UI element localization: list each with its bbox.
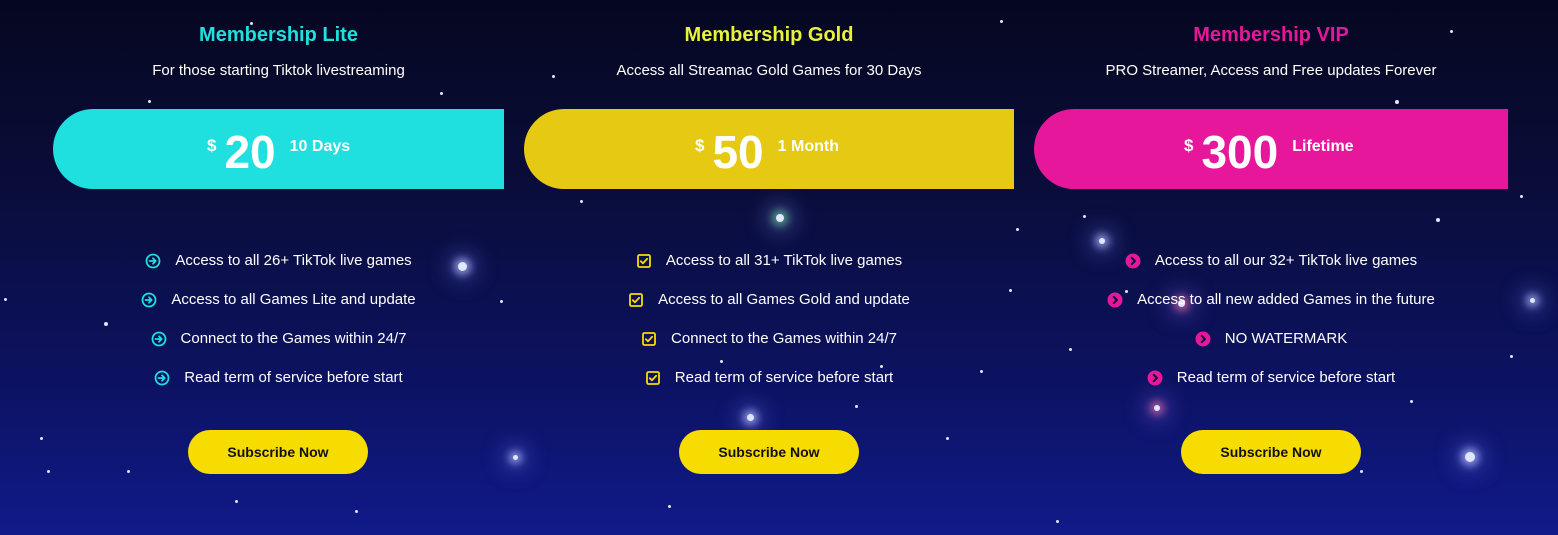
price-bar: $ 300 Lifetime xyxy=(1034,109,1508,189)
price-currency: $ xyxy=(207,136,217,155)
arrow-circle-right-icon xyxy=(151,331,166,346)
plan-card-gold: Membership Gold Access all Streamac Gold… xyxy=(524,0,1014,535)
feature-text: Connect to the Games within 24/7 xyxy=(180,330,407,347)
subscribe-button-lite[interactable]: Subscribe Now xyxy=(188,430,368,474)
feature-item: Read term of service before start xyxy=(53,358,504,397)
chevron-circle-right-icon xyxy=(1125,253,1141,268)
feature-list: Access to all 26+ TikTok live games Acce… xyxy=(53,241,504,397)
price-amount: 50 xyxy=(712,126,764,178)
feature-text: Connect to the Games within 24/7 xyxy=(671,330,897,347)
price-currency: $ xyxy=(695,136,705,155)
plan-subtitle: PRO Streamer, Access and Free updates Fo… xyxy=(1105,62,1437,79)
feature-text: Read term of service before start xyxy=(674,369,894,386)
feature-text: Access to all new added Games in the fut… xyxy=(1137,291,1435,308)
feature-list: Access to all our 32+ TikTok live games … xyxy=(1034,241,1508,397)
feature-list: Access to all 31+ TikTok live games Acce… xyxy=(524,241,1014,397)
feature-item: Connect to the Games within 24/7 xyxy=(524,319,1014,358)
chevron-circle-right-icon xyxy=(1147,370,1163,385)
price-display: $ 20 10 Days xyxy=(207,109,350,189)
feature-text: Access to all 31+ TikTok live games xyxy=(665,252,903,269)
feature-item: Access to all 31+ TikTok live games xyxy=(524,241,1014,280)
price-period: Lifetime xyxy=(1292,138,1354,155)
plan-card-vip: Membership VIP PRO Streamer, Access and … xyxy=(1034,0,1508,535)
feature-item: Access to all Games Lite and update xyxy=(53,280,504,319)
price-bar: $ 20 10 Days xyxy=(53,109,504,189)
checkbox-checked-icon xyxy=(645,370,660,385)
plan-title: Membership Gold xyxy=(684,24,854,46)
price-bar: $ 50 1 Month xyxy=(524,109,1014,189)
price-amount: 20 xyxy=(224,126,276,178)
plan-title: Membership VIP xyxy=(1193,24,1349,46)
feature-item: NO WATERMARK xyxy=(1034,319,1508,358)
subscribe-button-gold[interactable]: Subscribe Now xyxy=(679,430,859,474)
star xyxy=(47,470,50,473)
feature-item: Read term of service before start xyxy=(524,358,1014,397)
price-period: 10 Days xyxy=(289,138,351,155)
plan-card-lite: Membership Lite For those starting Tikto… xyxy=(53,0,504,535)
arrow-circle-right-icon xyxy=(154,370,170,385)
checkbox-checked-icon xyxy=(629,292,643,307)
feature-text: Access to all Games Gold and update xyxy=(658,291,910,308)
star xyxy=(513,455,518,460)
feature-item: Connect to the Games within 24/7 xyxy=(53,319,504,358)
star xyxy=(1520,195,1523,198)
feature-item: Access to all new added Games in the fut… xyxy=(1034,280,1508,319)
feature-text: Access to all our 32+ TikTok live games xyxy=(1154,252,1418,269)
price-display: $ 300 Lifetime xyxy=(1184,109,1354,189)
star xyxy=(1016,228,1019,231)
plan-subtitle: Access all Streamac Gold Games for 30 Da… xyxy=(616,62,922,79)
arrow-circle-right-icon xyxy=(141,292,157,307)
star xyxy=(4,298,7,301)
price-display: $ 50 1 Month xyxy=(695,109,839,189)
feature-text: NO WATERMARK xyxy=(1224,330,1348,347)
checkbox-checked-icon xyxy=(642,331,656,346)
feature-item: Read term of service before start xyxy=(1034,358,1508,397)
feature-item: Access to all our 32+ TikTok live games xyxy=(1034,241,1508,280)
feature-text: Access to all Games Lite and update xyxy=(171,291,416,308)
chevron-circle-right-icon xyxy=(1195,331,1211,346)
star xyxy=(1510,355,1513,358)
feature-text: Read term of service before start xyxy=(184,369,403,386)
arrow-circle-right-icon xyxy=(145,253,161,268)
subscribe-button-vip[interactable]: Subscribe Now xyxy=(1181,430,1361,474)
feature-item: Access to all 26+ TikTok live games xyxy=(53,241,504,280)
price-amount: 300 xyxy=(1201,126,1279,178)
star xyxy=(1530,298,1535,303)
price-currency: $ xyxy=(1184,136,1194,155)
feature-text: Read term of service before start xyxy=(1176,369,1396,386)
feature-item: Access to all Games Gold and update xyxy=(524,280,1014,319)
price-period: 1 Month xyxy=(777,138,839,155)
feature-text: Access to all 26+ TikTok live games xyxy=(175,252,412,269)
plan-subtitle: For those starting Tiktok livestreaming xyxy=(152,62,405,79)
star xyxy=(40,437,43,440)
chevron-circle-right-icon xyxy=(1107,292,1123,307)
plan-title: Membership Lite xyxy=(199,24,358,46)
checkbox-checked-icon xyxy=(636,253,651,268)
